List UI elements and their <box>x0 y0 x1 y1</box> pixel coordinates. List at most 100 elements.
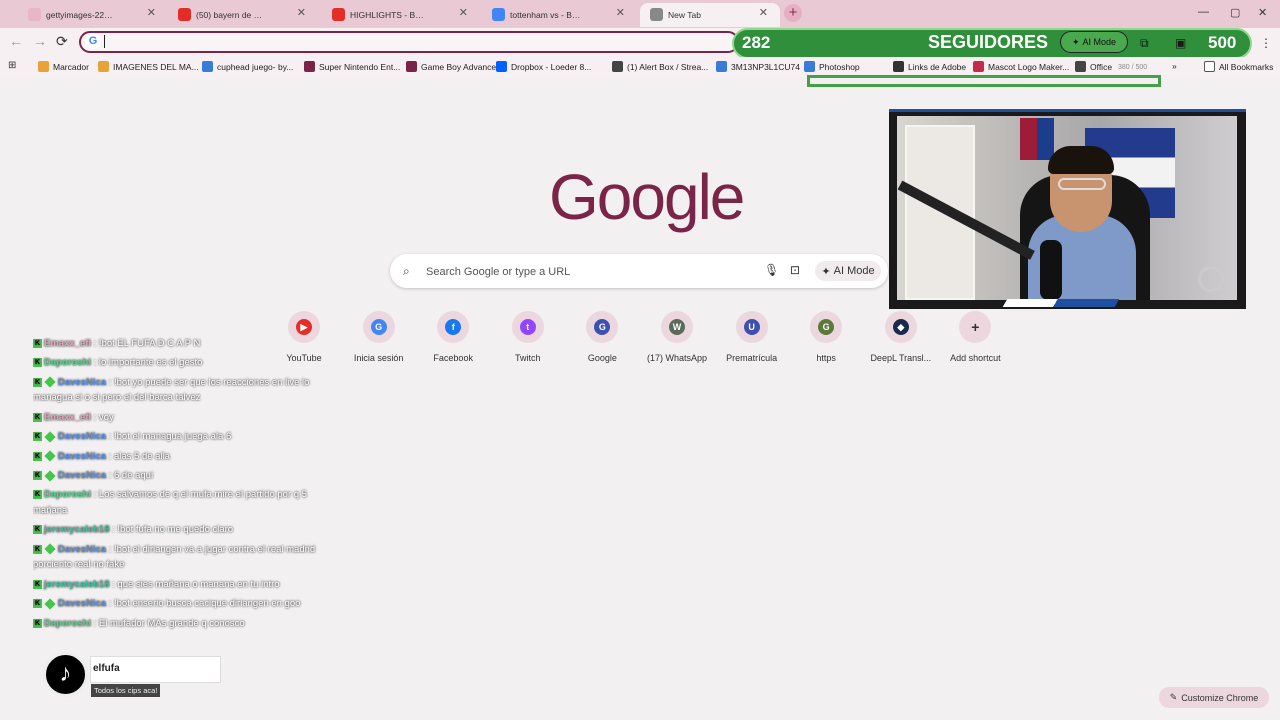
close-tab-icon[interactable]: ✕ <box>147 6 156 19</box>
chat-username: Daporoshi <box>44 357 91 369</box>
chat-message: K DavesNica : !bot el diriangen va a juga… <box>33 540 329 575</box>
google-lens-icon[interactable]: ⊡ <box>790 263 800 277</box>
shortcut-tile[interactable]: t Twitch <box>488 311 568 363</box>
bookmark-emu-icon <box>304 61 315 72</box>
tab-2[interactable]: (50) bayern de múnich vs psg - ✕ <box>168 3 318 27</box>
chat-message: K Emaxx_efi : !bot EL FUFA D C A P N <box>33 334 329 353</box>
extensions-icon[interactable]: ⧉ <box>1140 36 1149 51</box>
tab-1[interactable]: gettyimages-2244548372.jpg (JPEG ✕ <box>18 3 168 27</box>
close-tab-icon[interactable]: ✕ <box>297 6 306 19</box>
shortcut-tile[interactable]: ◆ DeepL Transl... <box>861 311 941 363</box>
kick-badge-icon: K <box>33 618 42 628</box>
shortcut-icon-frame: f <box>437 311 470 343</box>
shortcut-label: (17) WhatsApp <box>646 353 708 363</box>
chat-text: : que sies mañana o manana en tu intro <box>112 578 280 590</box>
bookmark-item[interactable]: 3M13NP3L1CU74 <box>716 61 800 72</box>
chat-username: Emaxx_efi <box>44 411 92 423</box>
close-tab-icon[interactable]: ✕ <box>616 6 625 19</box>
cast-icon[interactable]: ▣ <box>1175 36 1186 50</box>
shortcut-icon-frame: + <box>959 311 992 343</box>
shortcut-icon: G <box>370 319 387 335</box>
tiktok-username: elfufa <box>93 663 120 674</box>
follower-goal-label: SEGUIDORES <box>928 32 1049 52</box>
shortcut-icon: G <box>818 319 835 335</box>
chat-username: DavesNica <box>58 431 107 443</box>
bookmark-label: IMAGENES DEL MA... <box>113 61 199 72</box>
maximize-button[interactable]: ▢ <box>1230 6 1240 19</box>
kick-badge-icon: K <box>33 358 42 368</box>
chat-username: DavesNica <box>58 450 107 462</box>
customize-chrome-button[interactable]: ✎ Customize Chrome <box>1159 687 1269 708</box>
shortcut-label: Facebook <box>433 353 473 363</box>
close-tab-icon[interactable]: ✕ <box>759 6 768 19</box>
bookmark-item[interactable]: Super Nintendo Ent... <box>304 61 400 72</box>
youtube-icon <box>332 8 345 21</box>
minimize-button[interactable]: — <box>1198 6 1209 18</box>
kick-badge-icon: K <box>33 338 42 348</box>
bookmark-item[interactable]: Dropbox - Loeder 8... <box>496 61 591 72</box>
tab-5[interactable]: New Tab ✕ <box>640 3 780 27</box>
all-bookmarks[interactable]: All Bookmarks <box>1204 61 1273 72</box>
bookmark-item[interactable]: Links de Adobe <box>893 61 966 72</box>
tab-title: (50) bayern de múnich vs psg - <box>196 10 266 20</box>
bookmark-item[interactable]: Office <box>1075 61 1112 72</box>
chat-username: jeremycaleb18 <box>44 578 110 590</box>
back-button[interactable]: ← <box>9 33 23 49</box>
ai-mode-button[interactable]: ✦ AI Mode <box>815 261 881 281</box>
tab-3[interactable]: HIGHLIGHTS - Bayern Munich vs ✕ <box>322 3 480 27</box>
new-tab-button[interactable]: + <box>784 4 802 22</box>
goal-progress-label: 380 / 500 <box>1118 64 1148 71</box>
kick-badge-icon: K <box>33 544 42 554</box>
bookmark-link-icon <box>202 61 213 72</box>
bookmark-item[interactable]: (1) Alert Box / Strea... <box>612 61 708 72</box>
diamond-badge-icon <box>44 431 56 443</box>
bookmarks-overflow-icon[interactable]: » <box>1172 61 1177 71</box>
ai-mode-chip[interactable]: ✦ AI Mode <box>1060 31 1128 53</box>
reload-button[interactable]: ⟳ <box>56 33 68 50</box>
shortcut-icon: U <box>743 319 760 335</box>
shortcut-icon: ▶ <box>296 319 312 335</box>
dropbox-icon <box>496 61 507 72</box>
close-tab-icon[interactable]: ✕ <box>459 6 468 19</box>
shortcut-tile[interactable]: Ghttps <box>786 311 866 363</box>
folder-icon <box>1204 61 1215 72</box>
shortcut-tile[interactable]: f Facebook <box>413 311 493 363</box>
shortcut-tile[interactable]: G Inicia sesión <box>339 311 419 363</box>
microphone-icon[interactable]: 🎙 <box>764 263 779 277</box>
chat-text: : !bot el managua juega ala 6 <box>108 431 232 443</box>
close-window-button[interactable]: ✕ <box>1258 6 1267 19</box>
bookmark-u-icon <box>38 61 49 72</box>
shortcut-icon-frame: t <box>511 311 544 343</box>
webcam-door <box>905 125 975 300</box>
menu-icon[interactable]: ⋮ <box>1260 36 1272 50</box>
bookmark-item[interactable]: Game Boy Advance... <box>406 61 503 72</box>
image-icon <box>28 8 41 21</box>
tiktok-subtitle: Todos los cips aca! <box>91 684 161 697</box>
bookmark-label: Dropbox - Loeder 8... <box>511 61 592 72</box>
shortcut-label: Add shortcut <box>950 353 1001 363</box>
photoshop-icon <box>804 61 815 72</box>
shortcut-tile[interactable]: G Google <box>562 311 642 363</box>
tab-4[interactable]: tottenham vs - Buscar con Goog ✕ <box>482 3 637 27</box>
bookmark-label: Marcador <box>53 61 89 72</box>
bookmark-item[interactable]: IMAGENES DEL MA... <box>98 61 199 72</box>
shortcut-icon: f <box>445 319 462 335</box>
apps-grid-icon[interactable]: ⊞ <box>8 60 16 71</box>
shortcut-icon-frame: W <box>661 311 693 343</box>
shortcut-tile[interactable]: U Prematrícula <box>712 311 792 363</box>
shortcut-tile[interactable]: W (17) WhatsApp <box>637 311 717 363</box>
bookmark-item[interactable]: cuphead juego- by... <box>202 61 293 72</box>
bookmark-item[interactable]: Photoshop <box>804 61 860 72</box>
address-bar[interactable] <box>79 31 739 53</box>
all-bookmarks-label: All Bookmarks <box>1219 61 1274 72</box>
newtab-icon <box>650 8 663 21</box>
chat-text: : alas 5 de alla <box>108 450 170 462</box>
shortcut-tile[interactable]: + Add shortcut <box>935 311 1015 363</box>
bookmark-item[interactable]: Mascot Logo Maker... <box>973 61 1069 72</box>
bookmark-label: 3M13NP3L1CU74 <box>731 61 800 72</box>
diamond-badge-icon <box>44 450 56 462</box>
shortcut-label: Prematrícula <box>726 353 778 363</box>
bookmark-item[interactable]: Marcador <box>38 61 89 72</box>
chat-text: : !bot fufa no me quedo claro <box>112 524 234 536</box>
forward-button[interactable]: → <box>33 33 47 49</box>
